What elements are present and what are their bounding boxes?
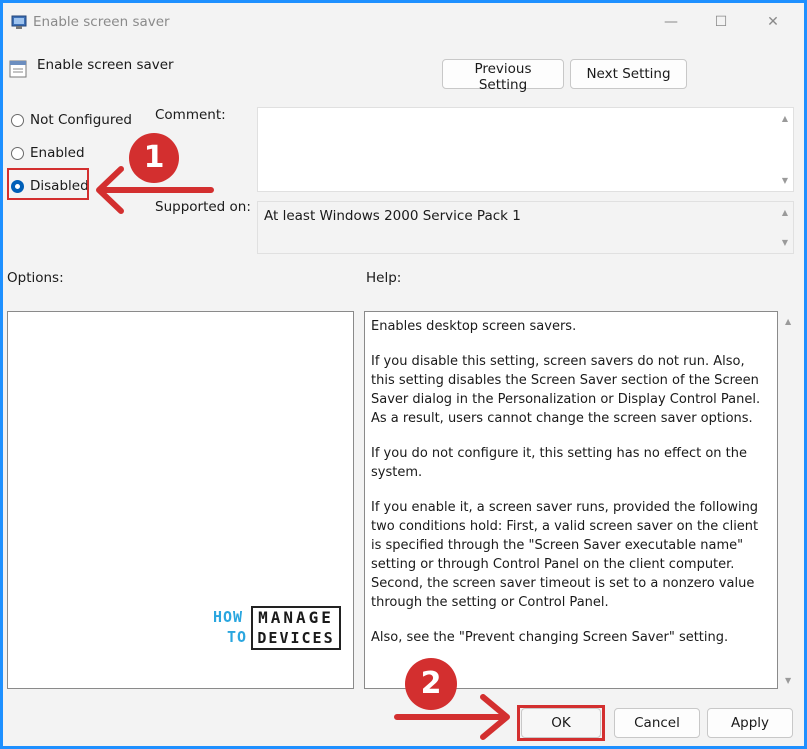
help-paragraph: Enables desktop screen savers. — [371, 319, 577, 334]
radio-circle[interactable] — [11, 113, 24, 127]
comment-input[interactable]: ▲ ▼ — [257, 107, 794, 192]
highlight-box-ok — [517, 705, 605, 741]
apply-button[interactable]: Apply — [707, 708, 793, 738]
help-paragraph: If you do not configure it, this setting… — [371, 446, 747, 480]
maximize-button[interactable]: ☐ — [709, 11, 733, 33]
next-setting-button[interactable]: Next Setting — [570, 59, 687, 89]
supported-on-value: At least Windows 2000 Service Pack 1 — [264, 208, 521, 224]
logo-manage: MANAGE — [251, 606, 341, 628]
scroll-up-icon[interactable]: ▲ — [782, 114, 788, 123]
help-paragraph: If you enable it, a screen saver runs, p… — [371, 500, 759, 610]
step2-arrow-icon — [394, 694, 510, 740]
setting-name: Enable screen saver — [37, 57, 174, 73]
help-pane: Enables desktop screen savers. If you di… — [364, 311, 778, 689]
highlight-box-disabled — [7, 168, 89, 200]
help-scroll-down-icon[interactable]: ▼ — [785, 676, 791, 685]
cancel-button[interactable]: Cancel — [614, 708, 700, 738]
policy-dialog: Enable screen saver — ☐ ✕ Enable screen … — [3, 3, 804, 746]
window-title: Enable screen saver — [33, 14, 170, 30]
help-paragraph: If you disable this setting, screen save… — [371, 354, 761, 426]
previous-setting-button[interactable]: Previous Setting — [442, 59, 564, 93]
help-scroll-up-icon[interactable]: ▲ — [785, 317, 791, 326]
radio-label: Enabled — [30, 145, 85, 161]
logo-how: HOW — [213, 608, 244, 626]
radio-enabled[interactable]: Enabled — [11, 142, 85, 164]
step1-badge: 1 — [129, 133, 179, 183]
logo-to: TO — [227, 628, 248, 646]
options-label: Options: — [7, 270, 64, 286]
step2-badge: 2 — [405, 658, 457, 710]
scroll-up-icon[interactable]: ▲ — [782, 208, 788, 217]
policy-setting-icon — [9, 60, 27, 78]
scroll-down-icon[interactable]: ▼ — [782, 176, 788, 185]
group-policy-icon — [11, 15, 27, 29]
help-label: Help: — [366, 270, 402, 286]
comment-label: Comment: — [155, 107, 226, 123]
radio-circle[interactable] — [11, 146, 24, 160]
howtomanagedevices-logo: HOW TO MANAGE DEVICES — [213, 606, 343, 652]
scroll-down-icon[interactable]: ▼ — [782, 238, 788, 247]
radio-not-configured[interactable]: Not Configured — [11, 109, 132, 131]
title-bar[interactable]: Enable screen saver — ☐ ✕ — [3, 3, 804, 41]
help-paragraph: Also, see the "Prevent changing Screen S… — [371, 630, 729, 645]
minimize-button[interactable]: — — [659, 11, 683, 33]
supported-on-field: At least Windows 2000 Service Pack 1 ▲ ▼ — [257, 201, 794, 254]
close-button[interactable]: ✕ — [761, 11, 785, 33]
logo-devices: DEVICES — [251, 628, 341, 650]
radio-label: Not Configured — [30, 112, 132, 128]
